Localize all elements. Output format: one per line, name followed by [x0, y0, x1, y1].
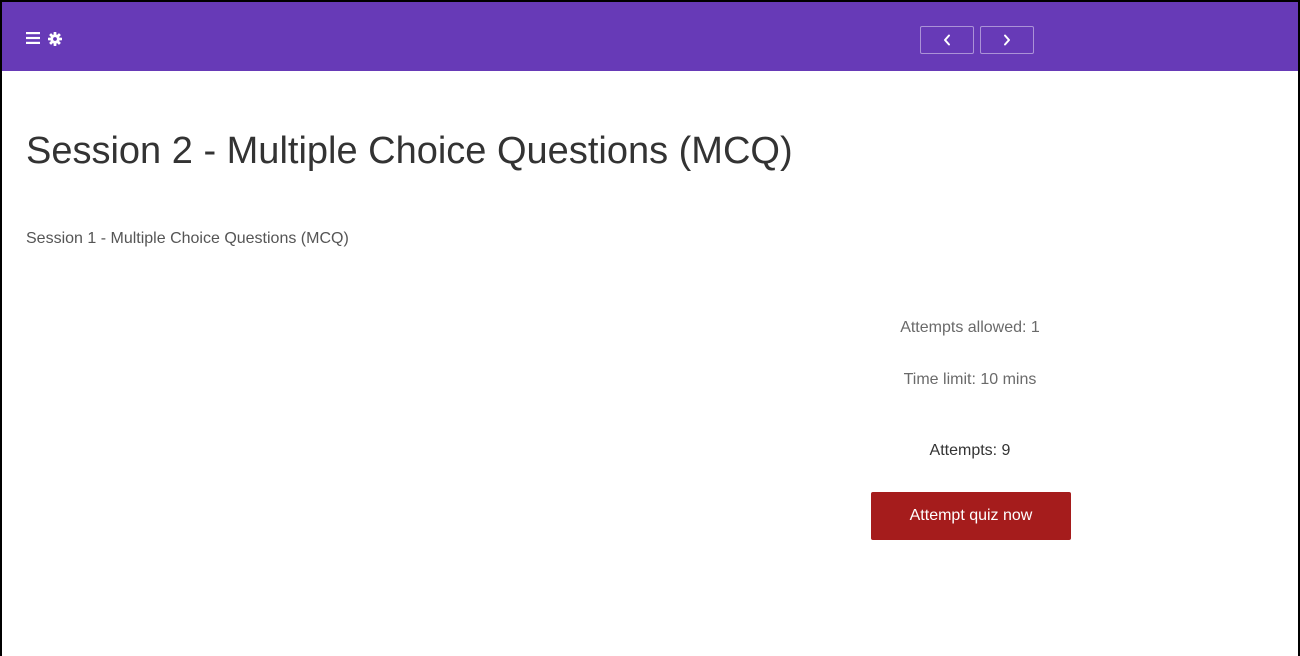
next-activity-button[interactable] — [980, 26, 1034, 54]
hamburger-menu-icon[interactable] — [26, 32, 40, 44]
attempt-quiz-button[interactable]: Attempt quiz now — [871, 492, 1071, 540]
gear-icon[interactable] — [48, 32, 62, 46]
attempts-allowed-text: Attempts allowed: 1 — [900, 319, 1040, 336]
attempts-count-text: Attempts: 9 — [929, 442, 1011, 459]
time-limit-text: Time limit: 10 mins — [903, 371, 1037, 388]
chevron-left-icon — [944, 34, 950, 46]
page-title: Session 2 - Multiple Choice Questions (M… — [26, 130, 793, 172]
previous-activity-button[interactable] — [920, 26, 974, 54]
chevron-right-icon — [1004, 34, 1010, 46]
top-navbar — [2, 2, 1298, 71]
page-frame: Session 2 - Multiple Choice Questions (M… — [0, 0, 1300, 656]
quiz-intro-text: Session 1 - Multiple Choice Questions (M… — [26, 230, 349, 247]
